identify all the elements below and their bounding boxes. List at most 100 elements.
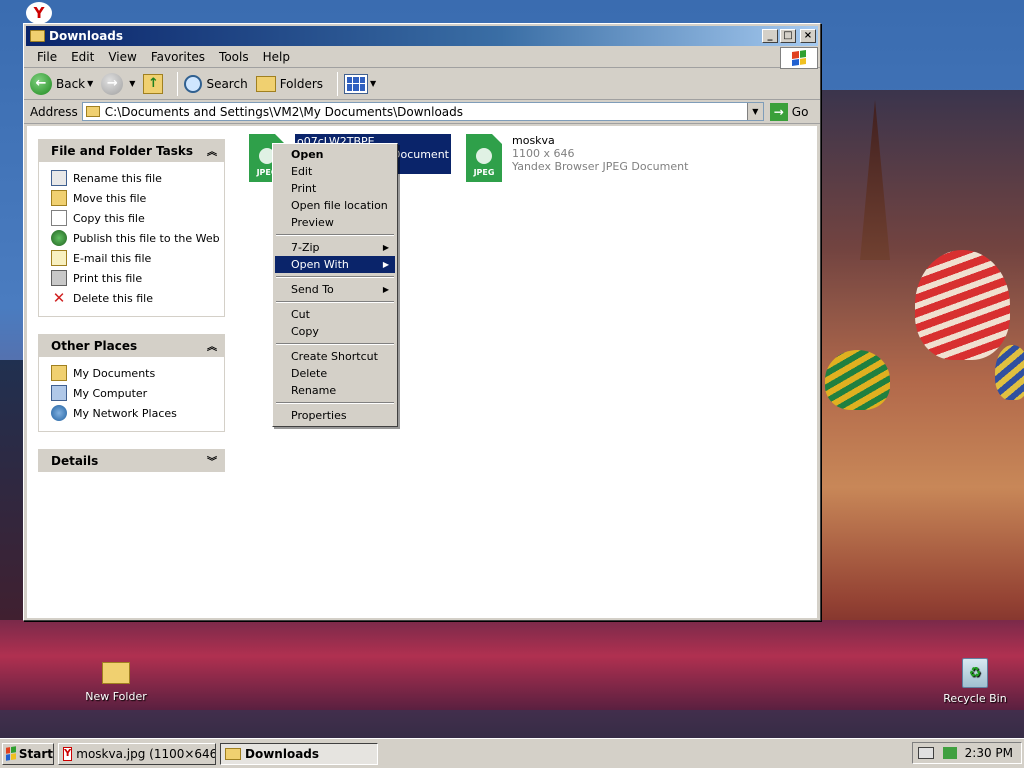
ctx-cut[interactable]: Cut xyxy=(275,306,395,323)
desktop-new-folder[interactable]: New Folder xyxy=(84,662,148,703)
file-view[interactable]: File and Folder Tasks ︽ Rename this file… xyxy=(27,126,817,618)
file-type: Yandex Browser JPEG Document xyxy=(512,160,689,173)
copy-icon xyxy=(51,210,67,226)
collapse-chevron-icon[interactable]: ︽ xyxy=(207,143,217,158)
my-computer-icon xyxy=(51,385,67,401)
forward-arrow-icon: → xyxy=(101,72,124,95)
file-tasks-title: File and Folder Tasks xyxy=(51,143,194,158)
views-button[interactable]: ▼ xyxy=(344,73,376,94)
toolbar-separator xyxy=(177,71,179,96)
folders-button[interactable]: Folders xyxy=(255,75,324,92)
place-network[interactable]: My Network Places xyxy=(51,403,224,423)
task-label: Print this file xyxy=(73,271,143,285)
rename-icon xyxy=(51,170,67,186)
keyboard-tray-icon[interactable] xyxy=(918,747,934,759)
go-button[interactable]: → Go xyxy=(769,102,809,121)
collapse-chevron-icon[interactable]: ︽ xyxy=(207,338,217,353)
other-places-title: Other Places xyxy=(51,338,138,353)
taskbar-item-label: Downloads xyxy=(245,746,320,761)
ctx-separator xyxy=(276,234,394,236)
details-header[interactable]: Details ︾ xyxy=(38,449,225,472)
ctx-7zip[interactable]: 7-Zip ▶ xyxy=(275,239,395,256)
folder-icon xyxy=(85,106,100,117)
ctx-open-with[interactable]: Open With ▶ xyxy=(275,256,395,273)
menu-help[interactable]: Help xyxy=(256,50,297,64)
ctx-separator xyxy=(276,301,394,303)
menu-tools[interactable]: Tools xyxy=(212,50,256,64)
file-tasks-panel: File and Folder Tasks ︽ Rename this file… xyxy=(38,139,225,317)
file-tasks-header[interactable]: File and Folder Tasks ︽ xyxy=(38,139,225,162)
ctx-create-shortcut[interactable]: Create Shortcut xyxy=(275,348,395,365)
close-button[interactable]: × xyxy=(800,29,816,43)
go-label: Go xyxy=(791,104,809,119)
network-tray-icon[interactable] xyxy=(942,747,957,759)
address-dropdown-icon[interactable]: ▼ xyxy=(746,103,763,120)
file-item[interactable]: JPEG moskva 1100 x 646 Yandex Browser JP… xyxy=(466,134,688,182)
back-arrow-icon: ← xyxy=(30,72,52,95)
clock[interactable]: 2:30 PM xyxy=(965,746,1013,760)
ctx-preview[interactable]: Preview xyxy=(275,214,395,231)
forward-button[interactable]: → ▼ xyxy=(101,72,135,95)
place-my-computer[interactable]: My Computer xyxy=(51,383,224,403)
submenu-arrow-icon: ▶ xyxy=(382,285,389,294)
folders-icon xyxy=(255,75,276,92)
taskbar-item-downloads[interactable]: Downloads xyxy=(220,742,378,765)
recycle-bin-icon: ♻ xyxy=(962,658,988,688)
desktop-recycle-bin[interactable]: ♻ Recycle Bin xyxy=(940,658,1010,705)
menu-file[interactable]: File xyxy=(30,50,64,64)
taskbar-item-label: moskva.jpg (1100×646) ... xyxy=(76,746,216,761)
menu-favorites[interactable]: Favorites xyxy=(144,50,212,64)
forward-dropdown-icon[interactable]: ▼ xyxy=(129,79,135,88)
start-label: Start xyxy=(18,746,53,761)
views-icon xyxy=(344,73,369,94)
task-publish[interactable]: Publish this file to the Web xyxy=(51,228,224,248)
ctx-properties[interactable]: Properties xyxy=(275,407,395,424)
minimize-button[interactable]: _ xyxy=(762,29,778,43)
maximize-button[interactable]: □ xyxy=(780,29,796,43)
yandex-desktop-icon[interactable]: Y xyxy=(26,2,52,24)
other-places-panel: Other Places ︽ My Documents My Computer … xyxy=(38,334,225,432)
ctx-print[interactable]: Print xyxy=(275,180,395,197)
task-print[interactable]: Print this file xyxy=(51,268,224,288)
task-copy[interactable]: Copy this file xyxy=(51,208,224,228)
my-documents-icon xyxy=(51,365,67,381)
search-label: Search xyxy=(206,76,248,91)
ctx-delete[interactable]: Delete xyxy=(275,365,395,382)
back-label: Back xyxy=(56,76,86,91)
folders-label: Folders xyxy=(279,76,324,91)
file-name: moskva xyxy=(512,134,555,147)
search-button[interactable]: Search xyxy=(184,74,248,93)
ctx-open-file-location[interactable]: Open file location xyxy=(275,197,395,214)
ctx-label: Preview xyxy=(291,216,334,229)
ctx-open[interactable]: Open xyxy=(275,146,395,163)
place-my-documents[interactable]: My Documents xyxy=(51,363,224,383)
task-email[interactable]: E-mail this file xyxy=(51,248,224,268)
expand-chevron-icon[interactable]: ︾ xyxy=(207,453,217,468)
taskbar-item-moskva[interactable]: Y moskva.jpg (1100×646) ... xyxy=(58,742,216,765)
views-dropdown-icon[interactable]: ▼ xyxy=(370,79,376,88)
back-button[interactable]: ← Back ▼ xyxy=(30,72,93,95)
place-label: My Network Places xyxy=(73,406,177,420)
folder-icon xyxy=(225,747,241,760)
address-bar: Address C:\Documents and Settings\VM2\My… xyxy=(24,100,820,124)
other-places-header[interactable]: Other Places ︽ xyxy=(38,334,225,357)
details-panel: Details ︾ xyxy=(38,449,225,472)
task-label: Rename this file xyxy=(73,171,162,185)
ctx-send-to[interactable]: Send To ▶ xyxy=(275,281,395,298)
menu-edit[interactable]: Edit xyxy=(64,50,101,64)
task-rename[interactable]: Rename this file xyxy=(51,168,224,188)
menu-view[interactable]: View xyxy=(101,50,143,64)
ctx-edit[interactable]: Edit xyxy=(275,163,395,180)
title-bar[interactable]: Downloads _ □ × xyxy=(26,26,818,46)
ctx-copy[interactable]: Copy xyxy=(275,323,395,340)
task-move[interactable]: Move this file xyxy=(51,188,224,208)
windows-logo-icon xyxy=(6,746,16,761)
start-button[interactable]: Start xyxy=(2,742,54,765)
task-delete[interactable]: ✕ Delete this file xyxy=(51,288,224,308)
ctx-label: 7-Zip xyxy=(291,241,320,254)
back-dropdown-icon[interactable]: ▼ xyxy=(87,79,93,88)
up-folder-icon[interactable]: ↑ xyxy=(143,73,164,94)
taskbar: Start Y moskva.jpg (1100×646) ... Downlo… xyxy=(0,738,1024,768)
ctx-rename[interactable]: Rename xyxy=(275,382,395,399)
address-input[interactable]: C:\Documents and Settings\VM2\My Documen… xyxy=(81,102,764,121)
